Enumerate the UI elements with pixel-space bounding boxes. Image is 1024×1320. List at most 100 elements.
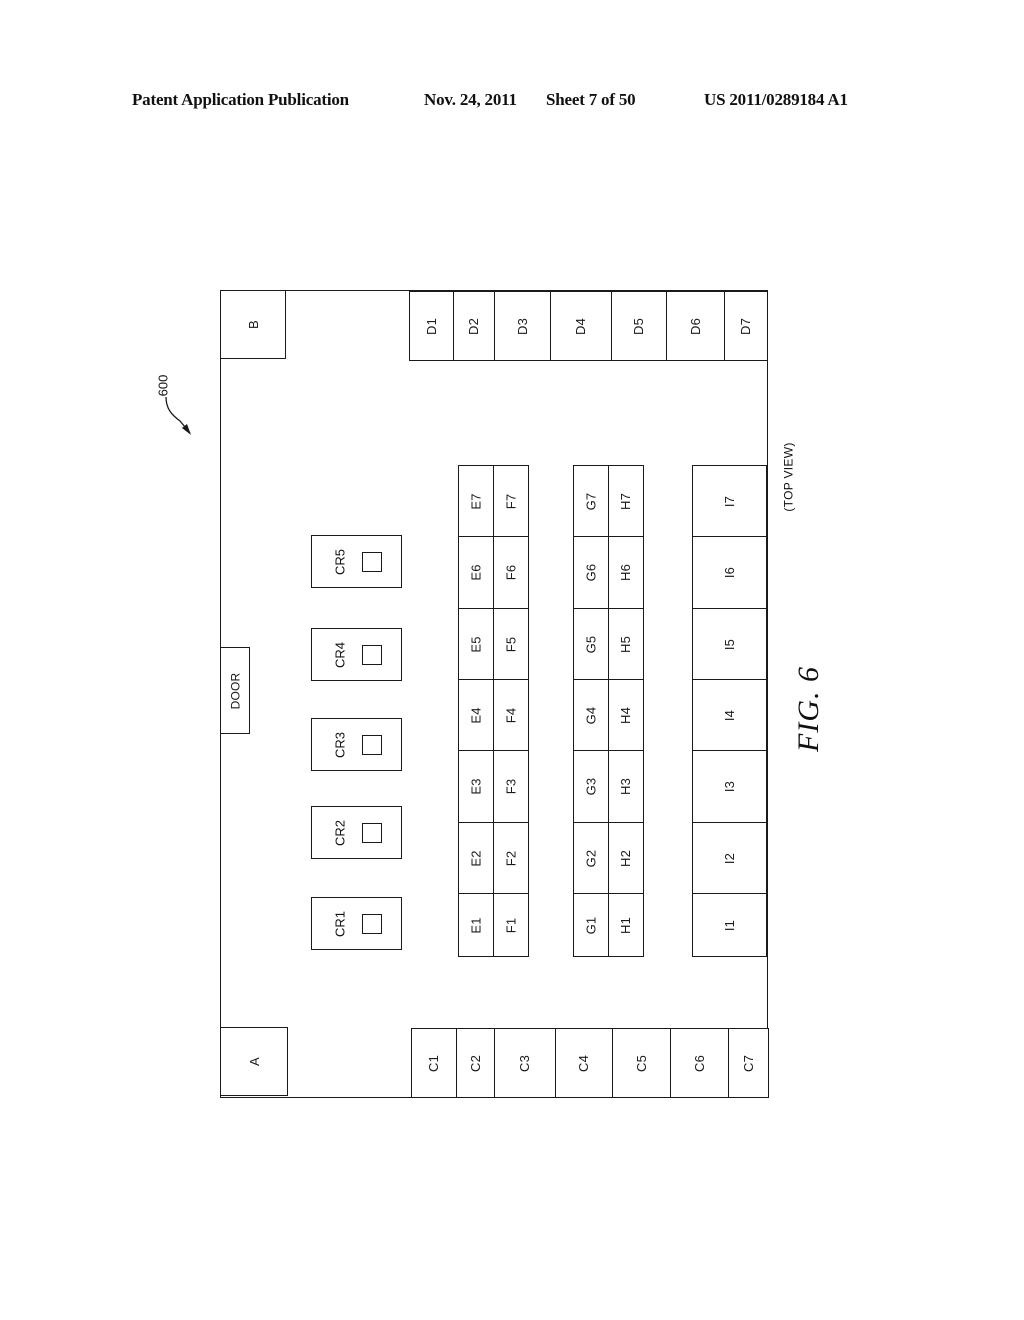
rack-h4: H4 (608, 679, 644, 751)
rack-f6-label: F6 (503, 564, 519, 581)
control-rack-label: CR2 (332, 819, 348, 846)
rack-i5-label: I5 (722, 638, 737, 650)
rack-i4: I4 (692, 679, 767, 751)
rack-h2-label: H2 (618, 849, 634, 867)
cabinet-c1-label: C1 (426, 1054, 442, 1072)
cabinet-d4: D4 (550, 291, 612, 361)
rack-square-icon (362, 644, 382, 665)
rack-g6: G6 (573, 536, 609, 609)
control-rack-cr3: CR3 (311, 718, 402, 771)
cabinet-c6: C6 (670, 1028, 729, 1098)
cabinet-c4: C4 (555, 1028, 613, 1098)
rack-f4-label: F4 (503, 707, 519, 723)
rack-h3-label: H3 (618, 777, 634, 796)
cabinet-c3-label: C3 (517, 1054, 533, 1072)
rack-g4: G4 (573, 679, 609, 751)
cabinet-d5-label: D5 (631, 317, 647, 335)
cabinet-c1: C1 (411, 1028, 457, 1098)
rack-h5: H5 (608, 608, 644, 680)
control-rack-label: CR5 (332, 548, 348, 575)
rack-h7: H7 (608, 465, 644, 537)
rack-f1: F1 (493, 893, 529, 957)
rack-f7: F7 (493, 465, 529, 537)
rack-i2: I2 (692, 822, 767, 894)
cabinet-c6-label: C6 (692, 1054, 707, 1072)
rack-e3: E3 (458, 750, 494, 823)
rack-i1-label: I1 (722, 919, 737, 931)
cabinet-c3: C3 (494, 1028, 556, 1098)
rack-i6-label: I6 (722, 566, 737, 579)
header-sheet: Sheet 7 of 50 (546, 90, 636, 109)
control-rack-cr5: CR5 (311, 535, 402, 588)
header-date: Nov. 24, 2011 (424, 90, 517, 109)
rack-square-icon (362, 822, 382, 843)
rack-h3: H3 (608, 750, 644, 823)
rack-h5-label: H5 (618, 635, 634, 653)
rack-g1: G1 (573, 893, 609, 957)
rack-i7-label: I7 (722, 495, 737, 507)
rack-e5: E5 (458, 608, 494, 680)
control-rack-label: CR4 (332, 641, 348, 668)
cabinet-d7-label: D7 (738, 317, 754, 335)
cabinet-d5: D5 (611, 291, 667, 361)
rack-g2-label: G2 (583, 849, 599, 867)
rack-h4-label: H4 (618, 706, 634, 724)
cabinet-c4-label: C4 (576, 1054, 592, 1072)
rack-e7: E7 (458, 465, 494, 537)
figure-caption: FIG. 6 (791, 666, 825, 752)
rack-i2-label: I2 (722, 852, 737, 864)
view-label: (TOP VIEW) (781, 442, 796, 512)
rack-h7-label: H7 (618, 492, 634, 510)
rack-square-icon (362, 734, 382, 755)
door-label: DOOR (228, 672, 242, 709)
rack-g3-label: G3 (583, 777, 599, 796)
cabinet-c7: C7 (728, 1028, 769, 1098)
control-rack-cr2: CR2 (311, 806, 402, 859)
rack-f6: F6 (493, 536, 529, 609)
rack-g7: G7 (573, 465, 609, 537)
rack-g3: G3 (573, 750, 609, 823)
rack-e5-label: E5 (468, 635, 484, 653)
rack-i4-label: I4 (722, 709, 737, 721)
rack-e4-label: E4 (468, 706, 484, 724)
rack-f4: F4 (493, 679, 529, 751)
cabinet-d1-label: D1 (424, 317, 439, 335)
rack-h1: H1 (608, 893, 644, 957)
rack-h6: H6 (608, 536, 644, 609)
rack-h1-label: H1 (618, 916, 634, 934)
cabinet-d7: D7 (724, 291, 768, 361)
cabinet-d4-label: D4 (573, 317, 589, 335)
rack-g6-label: G6 (583, 563, 599, 582)
rack-i3-label: I3 (722, 780, 737, 793)
rack-e7-label: E7 (468, 492, 484, 510)
rack-h2: H2 (608, 822, 644, 894)
rack-f3-label: F3 (503, 778, 519, 795)
cabinet-d6: D6 (666, 291, 725, 361)
rack-g4-label: G4 (583, 706, 599, 724)
control-rack-cr1: CR1 (311, 897, 402, 950)
rack-f5: F5 (493, 608, 529, 680)
cabinet-c2: C2 (456, 1028, 495, 1098)
cabinet-d2-label: D2 (466, 317, 482, 335)
rack-square-icon (362, 913, 382, 934)
reference-numeral: 600 (155, 374, 171, 397)
rack-f1-label: F1 (503, 917, 519, 933)
cabinet-c2-label: C2 (468, 1054, 483, 1072)
rack-f2: F2 (493, 822, 529, 894)
rack-g1-label: G1 (583, 916, 599, 934)
cabinet-d3-label: D3 (515, 317, 530, 335)
corner-box-b: B (220, 290, 286, 359)
cabinet-c5: C5 (612, 1028, 671, 1098)
corner-label: B (245, 320, 261, 329)
control-rack-cr4: CR4 (311, 628, 402, 681)
rack-square-icon (362, 551, 382, 572)
rack-i5: I5 (692, 608, 767, 680)
rack-i1: I1 (692, 893, 767, 957)
rack-h6-label: H6 (618, 563, 634, 582)
rack-i3: I3 (692, 750, 767, 823)
rack-e1: E1 (458, 893, 494, 957)
cabinet-c5-label: C5 (634, 1054, 649, 1072)
rack-e2: E2 (458, 822, 494, 894)
control-rack-label: CR3 (332, 731, 348, 758)
rack-g5-label: G5 (583, 635, 599, 653)
